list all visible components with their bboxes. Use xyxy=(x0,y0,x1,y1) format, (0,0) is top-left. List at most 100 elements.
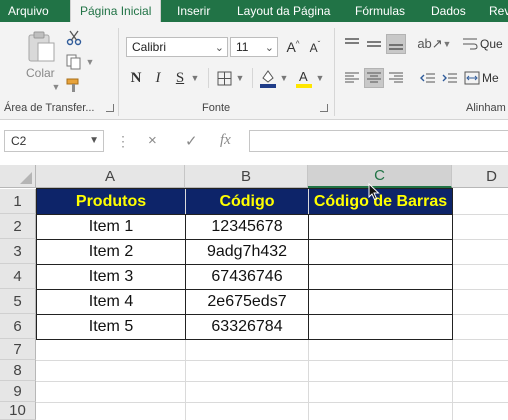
align-left-icon xyxy=(345,72,359,83)
fill-color-dropdown-icon[interactable]: ▼ xyxy=(279,72,289,84)
tab-dados[interactable]: Dados xyxy=(431,0,466,22)
borders-dropdown-icon[interactable]: ▼ xyxy=(235,72,245,84)
row-header-5[interactable]: 5 xyxy=(0,289,36,314)
merge-center-label: Me xyxy=(482,71,499,85)
formula-input[interactable] xyxy=(249,130,508,152)
tab-formulas[interactable]: Fórmulas xyxy=(355,0,405,22)
enter-icon[interactable]: ✓ xyxy=(185,132,198,150)
paste-button[interactable] xyxy=(24,30,58,64)
align-middle-button[interactable] xyxy=(364,34,384,54)
borders-button[interactable] xyxy=(214,68,234,88)
align-bottom-button[interactable] xyxy=(386,34,406,54)
gridline xyxy=(36,381,508,382)
format-painter-button[interactable] xyxy=(64,76,84,96)
select-all-button[interactable] xyxy=(0,165,36,188)
group-separator xyxy=(208,68,209,88)
font-color-dropdown-icon[interactable]: ▼ xyxy=(315,72,325,84)
decrease-font-icon: Aˇ xyxy=(309,39,321,55)
underline-dropdown-icon[interactable]: ▼ xyxy=(190,72,200,84)
gridline xyxy=(36,360,508,361)
copy-button[interactable] xyxy=(64,52,84,72)
table-border xyxy=(308,214,309,339)
font-color-icon: A xyxy=(296,69,312,88)
chevron-down-icon: ▼ xyxy=(89,135,99,146)
increase-font-button[interactable]: A^ xyxy=(284,37,302,57)
formula-bar: C2 ▼ ⋮ × ✓ fx xyxy=(0,121,508,163)
row-header-8[interactable]: 8 xyxy=(0,360,36,381)
tab-layout-da-pagina[interactable]: Layout da Página xyxy=(237,0,330,22)
clipboard-group-label: Área de Transfer... xyxy=(4,102,95,114)
align-right-icon xyxy=(389,72,403,83)
gridline xyxy=(452,339,508,340)
row-header-3[interactable]: 3 xyxy=(0,239,36,264)
column-header-a[interactable]: A xyxy=(36,165,185,188)
align-left-button[interactable] xyxy=(342,68,362,88)
merge-center-icon xyxy=(464,71,480,85)
mouse-cursor-icon xyxy=(368,183,380,201)
clipboard-icon xyxy=(28,31,55,62)
cut-button[interactable] xyxy=(64,28,84,48)
ribbon: Colar ▼ ▼ Área de Transfer... Calibri ⌄ … xyxy=(0,22,508,120)
copy-dropdown-icon[interactable]: ▼ xyxy=(84,55,96,69)
decrease-indent-button[interactable] xyxy=(418,68,438,88)
tab-arquivo[interactable]: Arquivo xyxy=(8,0,49,22)
align-middle-icon xyxy=(367,41,381,47)
merge-center-button[interactable] xyxy=(462,68,482,88)
italic-button[interactable]: I xyxy=(150,68,166,88)
name-box-value: C2 xyxy=(11,134,27,148)
chevron-down-icon: ⌄ xyxy=(264,42,274,54)
clipboard-dialog-launcher[interactable] xyxy=(106,104,114,112)
row-header-7[interactable]: 7 xyxy=(0,339,36,360)
font-dialog-launcher[interactable] xyxy=(320,104,328,112)
bold-button[interactable]: N xyxy=(128,68,144,88)
wrap-text-icon xyxy=(463,38,478,50)
row-header-9[interactable]: 9 xyxy=(0,381,36,402)
row-header-2[interactable]: 2 xyxy=(0,214,36,239)
gridline xyxy=(452,264,508,265)
gridline xyxy=(452,214,508,215)
fill-color-button[interactable] xyxy=(258,66,278,90)
column-header-c[interactable]: C xyxy=(308,165,452,188)
align-right-button[interactable] xyxy=(386,68,406,88)
wrap-text-button[interactable] xyxy=(460,34,480,54)
decrease-font-button[interactable]: Aˇ xyxy=(306,37,324,57)
font-color-button[interactable]: A xyxy=(294,66,314,90)
tab-revisao[interactable]: Rev xyxy=(489,0,508,22)
copy-icon xyxy=(66,54,81,70)
increase-indent-button[interactable] xyxy=(440,68,460,88)
text-orientation-icon: ab↗ xyxy=(417,36,443,51)
align-bottom-icon xyxy=(389,44,403,50)
row-header-4[interactable]: 4 xyxy=(0,264,36,289)
name-box[interactable]: C2 ▼ xyxy=(4,130,104,152)
underline-button[interactable]: S xyxy=(172,68,188,88)
column-header-d[interactable]: D xyxy=(452,165,508,188)
align-center-button[interactable] xyxy=(364,68,384,88)
orientation-dropdown-icon[interactable]: ▼ xyxy=(442,38,452,50)
column-header-b[interactable]: B xyxy=(185,165,308,188)
more-icon: ⋮ xyxy=(116,133,130,149)
font-size-value: 11 xyxy=(236,40,249,54)
insert-function-icon[interactable]: fx xyxy=(220,132,231,149)
tab-pagina-inicial[interactable]: Página Inicial xyxy=(70,0,162,22)
tab-inserir[interactable]: Inserir xyxy=(177,0,210,22)
group-separator xyxy=(252,68,253,88)
table-border xyxy=(36,314,453,315)
decrease-indent-icon xyxy=(420,73,435,83)
row-header-1[interactable]: 1 xyxy=(0,189,36,214)
font-name-select[interactable]: Calibri ⌄ xyxy=(126,37,228,57)
orientation-button[interactable]: ab↗ xyxy=(417,34,443,54)
font-size-select[interactable]: 11 ⌄ xyxy=(230,37,278,57)
ribbon-tab-bar: Arquivo Página Inicial Inserir Layout da… xyxy=(0,0,508,22)
align-top-icon xyxy=(345,38,359,44)
table-border xyxy=(36,239,453,240)
cancel-icon[interactable]: × xyxy=(148,132,157,149)
paste-dropdown-icon[interactable]: ▼ xyxy=(50,82,62,92)
gridline xyxy=(452,239,508,240)
font-group-label: Fonte xyxy=(202,102,231,114)
gridline xyxy=(36,402,508,403)
borders-icon xyxy=(217,71,231,85)
row-header-10[interactable]: 10 xyxy=(0,402,36,420)
row-header-6[interactable]: 6 xyxy=(0,314,36,339)
table-border xyxy=(36,289,453,290)
align-top-button[interactable] xyxy=(342,34,362,54)
